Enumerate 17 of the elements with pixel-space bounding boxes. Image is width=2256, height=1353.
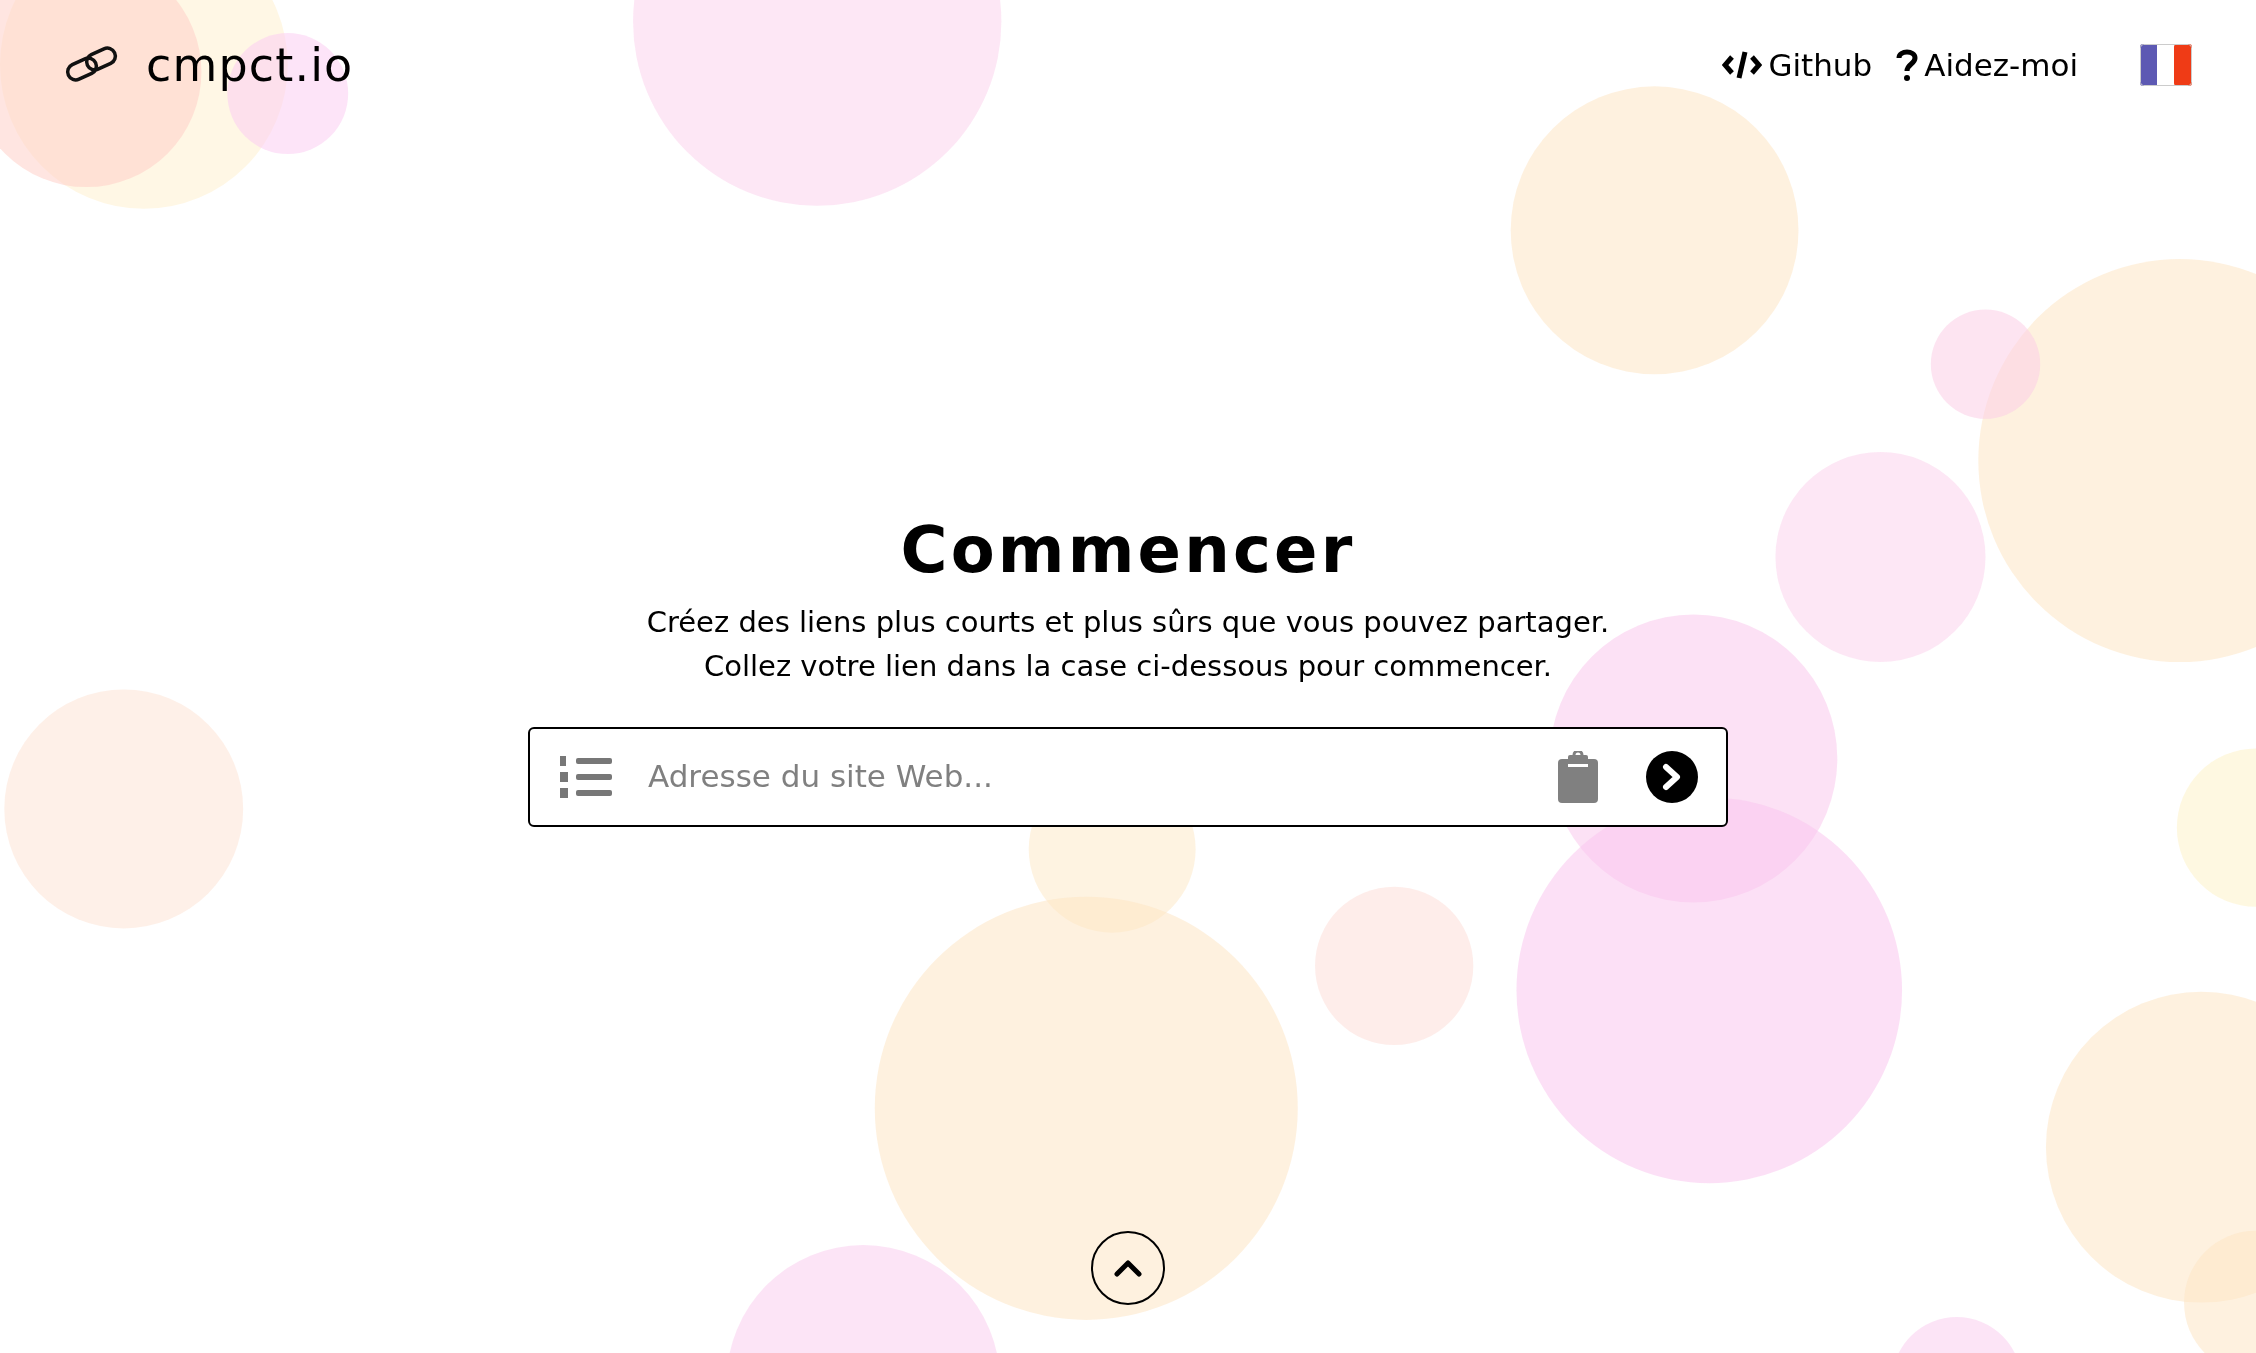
- nav-link[interactable]: Aidez-moi: [1924, 49, 2078, 81]
- url-input-field[interactable]: Adresse du site Web...: [648, 753, 1558, 800]
- scroll-up-button[interactable]: [1091, 1231, 1165, 1305]
- french-flag-icon[interactable]: [2140, 44, 2192, 86]
- submit-button[interactable]: [1646, 750, 1698, 803]
- clipboard-icon[interactable]: [1558, 750, 1598, 803]
- chevron-right-icon: [1661, 762, 1683, 791]
- page-heading: Commencer: [900, 518, 1356, 582]
- nav-link[interactable]: Github: [1768, 49, 1873, 81]
- numbered-list-icon: [558, 753, 614, 800]
- chevron-up-icon: [1114, 1259, 1142, 1277]
- subtitle-text: Créez des liens plus courts et plus sûrs que vous pouvez partager.: [646, 604, 1610, 641]
- chain-link-icon: [64, 45, 120, 85]
- code-icon: [1722, 49, 1763, 81]
- url-input-bar[interactable]: Adresse du site Web...: [528, 726, 1728, 827]
- subtitle-text: Collez votre lien dans la case ci-dessous pour commencer.: [703, 648, 1553, 685]
- question-mark-icon: [1896, 48, 1919, 82]
